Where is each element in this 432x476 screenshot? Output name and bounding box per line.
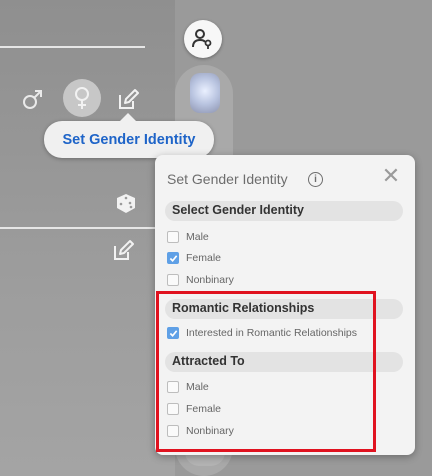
checkbox[interactable] bbox=[167, 274, 179, 286]
section-header-romantic: Romantic Relationships bbox=[165, 299, 403, 319]
checkbox-attracted-male[interactable]: Male bbox=[167, 381, 209, 393]
female-symbol-icon[interactable] bbox=[63, 79, 101, 117]
person-key-icon[interactable] bbox=[184, 20, 222, 58]
checkbox[interactable] bbox=[167, 425, 179, 437]
checkbox[interactable] bbox=[167, 403, 179, 415]
edit-icon[interactable] bbox=[110, 238, 136, 264]
male-symbol-icon[interactable] bbox=[20, 86, 46, 112]
edit-icon[interactable] bbox=[115, 87, 141, 113]
checkbox-attracted-nonbinary[interactable]: Nonbinary bbox=[167, 425, 234, 437]
divider bbox=[0, 227, 155, 229]
checkbox[interactable] bbox=[167, 231, 179, 243]
info-icon[interactable]: i bbox=[308, 172, 323, 187]
panel-title: Set Gender Identity bbox=[167, 171, 288, 187]
section-header-attracted: Attracted To bbox=[165, 352, 403, 372]
checkbox[interactable] bbox=[167, 381, 179, 393]
checkbox-attracted-female[interactable]: Female bbox=[167, 403, 221, 415]
checkbox[interactable] bbox=[167, 252, 179, 264]
checkbox-gender-male[interactable]: Male bbox=[167, 231, 209, 243]
gender-identity-panel: Set Gender Identity i ✕ Select Gender Id… bbox=[155, 155, 415, 455]
left-background bbox=[0, 0, 175, 476]
close-icon[interactable]: ✕ bbox=[380, 165, 402, 187]
section-header-gender: Select Gender Identity bbox=[165, 201, 403, 221]
outfit-thumbnail[interactable] bbox=[190, 73, 220, 113]
checkbox-romantic-interest[interactable]: Interested in Romantic Relationships bbox=[167, 327, 357, 339]
dice-icon[interactable] bbox=[113, 191, 139, 217]
checkbox-gender-female[interactable]: Female bbox=[167, 252, 221, 264]
tooltip-text: Set Gender Identity bbox=[62, 131, 196, 148]
checkbox[interactable] bbox=[167, 327, 179, 339]
gender-identity-tooltip: Set Gender Identity bbox=[44, 113, 214, 158]
checkbox-gender-nonbinary[interactable]: Nonbinary bbox=[167, 274, 234, 286]
divider bbox=[0, 46, 145, 48]
